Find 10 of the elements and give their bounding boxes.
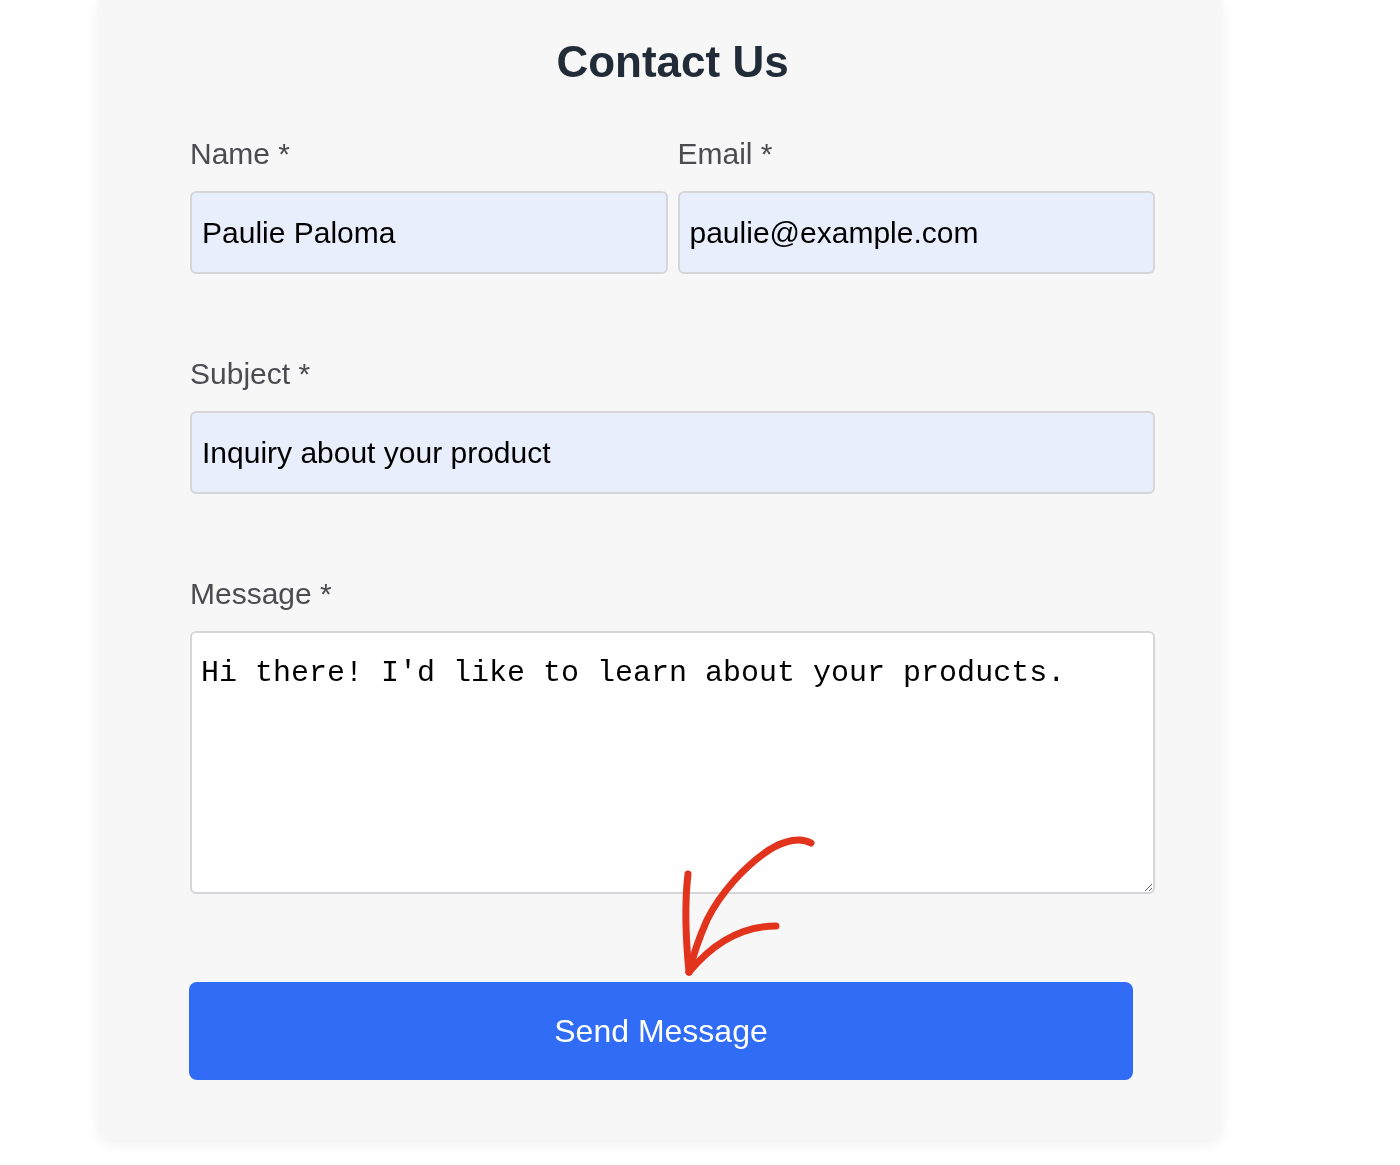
text-input-field[interactable]: Paulie Paloma bbox=[190, 191, 668, 274]
field-label: Message * bbox=[190, 577, 333, 611]
message-textarea[interactable]: Hi there! I'd like to learn about your products. bbox=[190, 631, 1155, 894]
send-message-button[interactable]: Send Message bbox=[189, 982, 1133, 1080]
text-input-field[interactable]: paulie@example.com bbox=[677, 191, 1155, 274]
field-label: Name * bbox=[190, 137, 292, 171]
text-input-field[interactable]: Inquiry about your product bbox=[190, 411, 1155, 494]
field-label: Subject * bbox=[190, 357, 312, 391]
form-title: Contact Us bbox=[555, 36, 790, 88]
field-label: Email * bbox=[677, 137, 774, 171]
